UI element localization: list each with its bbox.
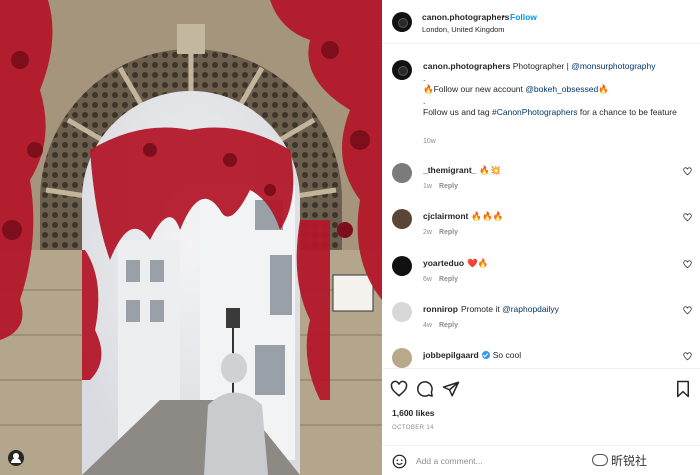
comment-item: ronnirop Promote it @raphopdailyy 4w Reply bbox=[382, 302, 700, 342]
comment-item: yoarteduo ❤️🔥 6w Reply bbox=[382, 256, 700, 296]
verified-badge-icon bbox=[481, 351, 490, 359]
caption-line-1: Photographer | bbox=[512, 61, 569, 71]
watermark-text: 昕锐社 bbox=[611, 454, 648, 468]
comment-text: 🔥🔥🔥 bbox=[471, 211, 504, 221]
hashtag-link[interactable]: #CanonPhotographers bbox=[492, 107, 578, 117]
avatar[interactable] bbox=[392, 348, 412, 368]
caption-dot: . bbox=[423, 72, 426, 83]
avatar[interactable] bbox=[392, 60, 412, 80]
comment-bubble-icon[interactable] bbox=[416, 380, 434, 398]
comment-time[interactable]: 1w bbox=[423, 183, 432, 190]
comment-text: 🔥💥 bbox=[479, 165, 501, 175]
comment-text: ❤️🔥 bbox=[467, 258, 489, 268]
avatar[interactable] bbox=[392, 209, 412, 229]
caption-line-3-suffix: for a chance to be feature bbox=[579, 107, 677, 117]
post-header: canon.photographers • Follow London, Uni… bbox=[382, 0, 700, 44]
comment-time[interactable]: 4w bbox=[423, 322, 432, 329]
comment-item: _themigrant_ 🔥💥 1w Reply bbox=[382, 163, 700, 203]
mention-link[interactable]: @bokeh_obsessed bbox=[525, 84, 598, 94]
comment-username[interactable]: ronnirop bbox=[423, 304, 458, 314]
caption-timestamp[interactable]: 10w bbox=[423, 138, 436, 145]
comment-text: So cool bbox=[492, 350, 522, 360]
comment-item: cjclairmont 🔥🔥🔥 2w Reply bbox=[382, 209, 700, 249]
caption-username[interactable]: canon.photographers bbox=[423, 61, 510, 71]
reply-button[interactable]: Reply bbox=[439, 183, 458, 190]
comment-text: Promote it bbox=[460, 304, 500, 314]
reply-button[interactable]: Reply bbox=[439, 229, 458, 236]
heart-icon[interactable] bbox=[683, 213, 692, 222]
mention-link[interactable]: @monsurphotography bbox=[571, 61, 655, 71]
caption-line-3: Follow us and tag bbox=[423, 107, 490, 117]
smiley-icon[interactable] bbox=[392, 454, 407, 469]
heart-icon[interactable] bbox=[683, 306, 692, 315]
bookmark-icon[interactable] bbox=[674, 380, 692, 398]
mention-link[interactable]: @raphopdailyy bbox=[502, 304, 559, 314]
header-username[interactable]: canon.photographers bbox=[422, 12, 509, 22]
post-detail-panel: canon.photographers • Follow London, Uni… bbox=[382, 0, 700, 475]
add-comment-bar: 昕锐社 bbox=[382, 445, 700, 475]
comment-username[interactable]: _themigrant_ bbox=[423, 165, 476, 175]
post-actions: 1,600 likes OCTOBER 14 昕锐社 bbox=[382, 368, 700, 475]
comment-username[interactable]: cjclairmont bbox=[423, 211, 468, 221]
separator-dot: • bbox=[502, 11, 505, 21]
comment-username[interactable]: yoarteduo bbox=[423, 258, 464, 268]
caption-dot: . bbox=[423, 95, 426, 106]
reply-button[interactable]: Reply bbox=[439, 322, 458, 329]
paper-plane-icon[interactable] bbox=[442, 380, 460, 398]
post-date[interactable]: OCTOBER 14 bbox=[392, 425, 434, 431]
follow-button[interactable]: Follow bbox=[510, 12, 537, 22]
likes-count[interactable]: 1,600 likes bbox=[392, 408, 435, 418]
watermark-label: 昕锐社 bbox=[592, 452, 647, 469]
comment-time[interactable]: 2w bbox=[423, 229, 432, 236]
fire-emoji: 🔥 bbox=[598, 84, 609, 94]
caption-text: canon.photographers Photographer | @mons… bbox=[423, 61, 693, 119]
user-tag-icon[interactable] bbox=[8, 450, 24, 466]
comment-time[interactable]: 6w bbox=[423, 276, 432, 283]
heart-icon[interactable] bbox=[683, 260, 692, 269]
comment-username[interactable]: jobbepilgaard bbox=[423, 350, 479, 360]
heart-icon[interactable] bbox=[683, 167, 692, 176]
heart-icon[interactable] bbox=[683, 352, 692, 361]
avatar[interactable] bbox=[392, 256, 412, 276]
location-link[interactable]: London, United Kingdom bbox=[422, 25, 505, 34]
post-photo[interactable] bbox=[0, 0, 382, 475]
avatar[interactable] bbox=[392, 302, 412, 322]
fire-emoji: 🔥 bbox=[423, 84, 434, 94]
post-photo-illustration bbox=[0, 0, 382, 475]
avatar[interactable] bbox=[392, 12, 412, 32]
reply-button[interactable]: Reply bbox=[439, 276, 458, 283]
wechat-icon bbox=[592, 454, 608, 466]
heart-icon[interactable] bbox=[390, 380, 408, 398]
avatar[interactable] bbox=[392, 163, 412, 183]
caption-line-2: Follow our new account bbox=[433, 84, 523, 94]
comment-input[interactable] bbox=[416, 453, 606, 469]
